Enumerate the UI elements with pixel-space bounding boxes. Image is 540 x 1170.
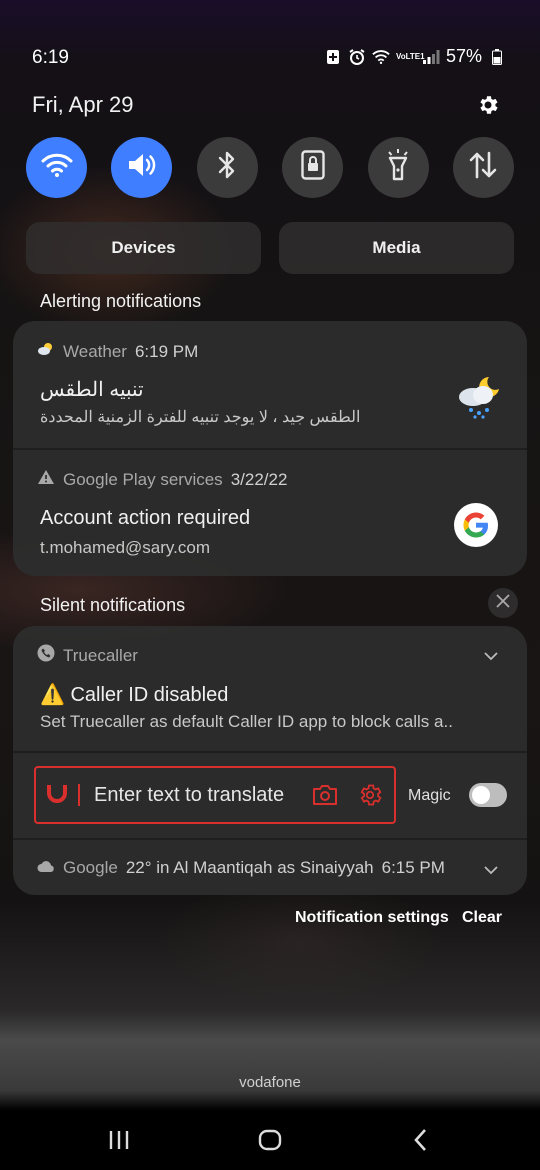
wifi-toggle[interactable] (26, 137, 87, 198)
translate-placeholder: Enter text to translate (94, 783, 285, 806)
google-g-icon (454, 503, 498, 547)
expand-chevron-icon[interactable] (484, 862, 498, 880)
notification-time: 6:19 PM (134, 341, 199, 361)
panel-tabs: Devices Media (26, 222, 514, 274)
mobile-data-toggle[interactable] (452, 137, 514, 198)
settings-button[interactable] (476, 93, 500, 117)
back-button[interactable] (412, 1128, 428, 1157)
warning-triangle-icon (37, 469, 55, 490)
magic-label: Magic (408, 787, 451, 804)
silent-section-title: Silent notifications (40, 595, 186, 615)
magic-toggle[interactable] (469, 783, 507, 807)
google-weather-text: 22° in Al Maantiqah as Sinaiyyah (125, 858, 374, 877)
notification-time: 6:15 PM (381, 858, 445, 877)
volte-label: VoLTE1 (395, 51, 425, 61)
wifi-status-icon (372, 48, 390, 66)
data-arrows-icon (468, 151, 498, 184)
quick-settings-row (26, 137, 514, 198)
bluetooth-icon (216, 150, 238, 185)
gear-settings-icon[interactable] (357, 782, 383, 813)
notification-settings-button[interactable]: Notification settings (295, 909, 449, 927)
date: Fri, Apr 29 (32, 92, 134, 117)
translate-widget: Enter text to translate Magic (13, 626, 527, 839)
devices-button[interactable]: Devices (26, 222, 261, 274)
translate-input[interactable]: Enter text to translate (34, 766, 396, 824)
camera-icon[interactable] (312, 784, 338, 811)
app-name: Google (63, 858, 118, 877)
status-icons: VoLTE1 57% (324, 46, 506, 67)
clear-button[interactable]: Clear (462, 909, 502, 927)
sound-toggle[interactable] (111, 137, 173, 198)
lock-rotation-icon (300, 150, 325, 185)
weather-notification[interactable]: Weather 6:19 PM تنبيه الطقس الطقس جيد ، … (13, 321, 527, 449)
bluetooth-toggle[interactable] (196, 137, 258, 198)
notification-title: تنبيه الطقس (40, 379, 144, 401)
status-time: 6:19 (32, 47, 69, 68)
alerting-notifications-card: Weather 6:19 PM تنبيه الطقس الطقس جيد ، … (13, 321, 527, 576)
recents-button[interactable] (108, 1130, 130, 1155)
flashlight-icon (385, 149, 411, 186)
alerting-section-title: Alerting notifications (40, 291, 202, 311)
notification-title: Account action required (40, 507, 251, 529)
text-cursor (78, 784, 80, 806)
cloud-icon (37, 858, 55, 878)
portrait-lock-toggle[interactable] (282, 137, 344, 198)
google-play-notification[interactable]: Google Play services 3/22/22 Account act… (13, 449, 527, 576)
battery-percent: 57% (445, 46, 482, 66)
notification-header: Weather 6:19 PM (37, 341, 198, 362)
google-notification[interactable]: Google 22° in Al Maantiqah as Sinaiyyah … (13, 840, 527, 895)
weather-snow-moon-icon (457, 373, 501, 424)
magnet-logo-icon (46, 783, 68, 808)
wifi-icon (41, 152, 73, 183)
flashlight-toggle[interactable] (367, 137, 429, 198)
app-name: Google Play services (63, 469, 223, 489)
close-icon (496, 593, 510, 613)
gear-icon (476, 96, 500, 121)
media-button[interactable]: Media (279, 222, 514, 274)
notification-body: t.mohamed@sary.com (40, 538, 210, 557)
silent-notifications-card: Truecaller ⚠️ Caller ID disabled Set Tru… (13, 626, 527, 895)
home-button[interactable] (258, 1129, 282, 1156)
dismiss-silent-button[interactable] (488, 588, 518, 618)
alarm-icon (348, 48, 366, 66)
carrier-label: vodafone (239, 1074, 301, 1091)
app-name: Weather (63, 341, 127, 361)
speaker-icon (126, 151, 158, 184)
notification-time: 3/22/22 (230, 469, 288, 489)
battery-icon (488, 48, 506, 66)
signal-icon (422, 48, 440, 66)
notification-header: Google Play services 3/22/22 (37, 469, 287, 490)
navigation-bar (0, 1110, 540, 1170)
notification-body: الطقس جيد ، لا يوجد تنبيه للفترة الزمنية… (40, 409, 361, 426)
notification-header: Google 22° in Al Maantiqah as Sinaiyyah … (37, 858, 445, 878)
weather-app-icon (37, 341, 55, 362)
battery-saver-icon (324, 48, 342, 66)
